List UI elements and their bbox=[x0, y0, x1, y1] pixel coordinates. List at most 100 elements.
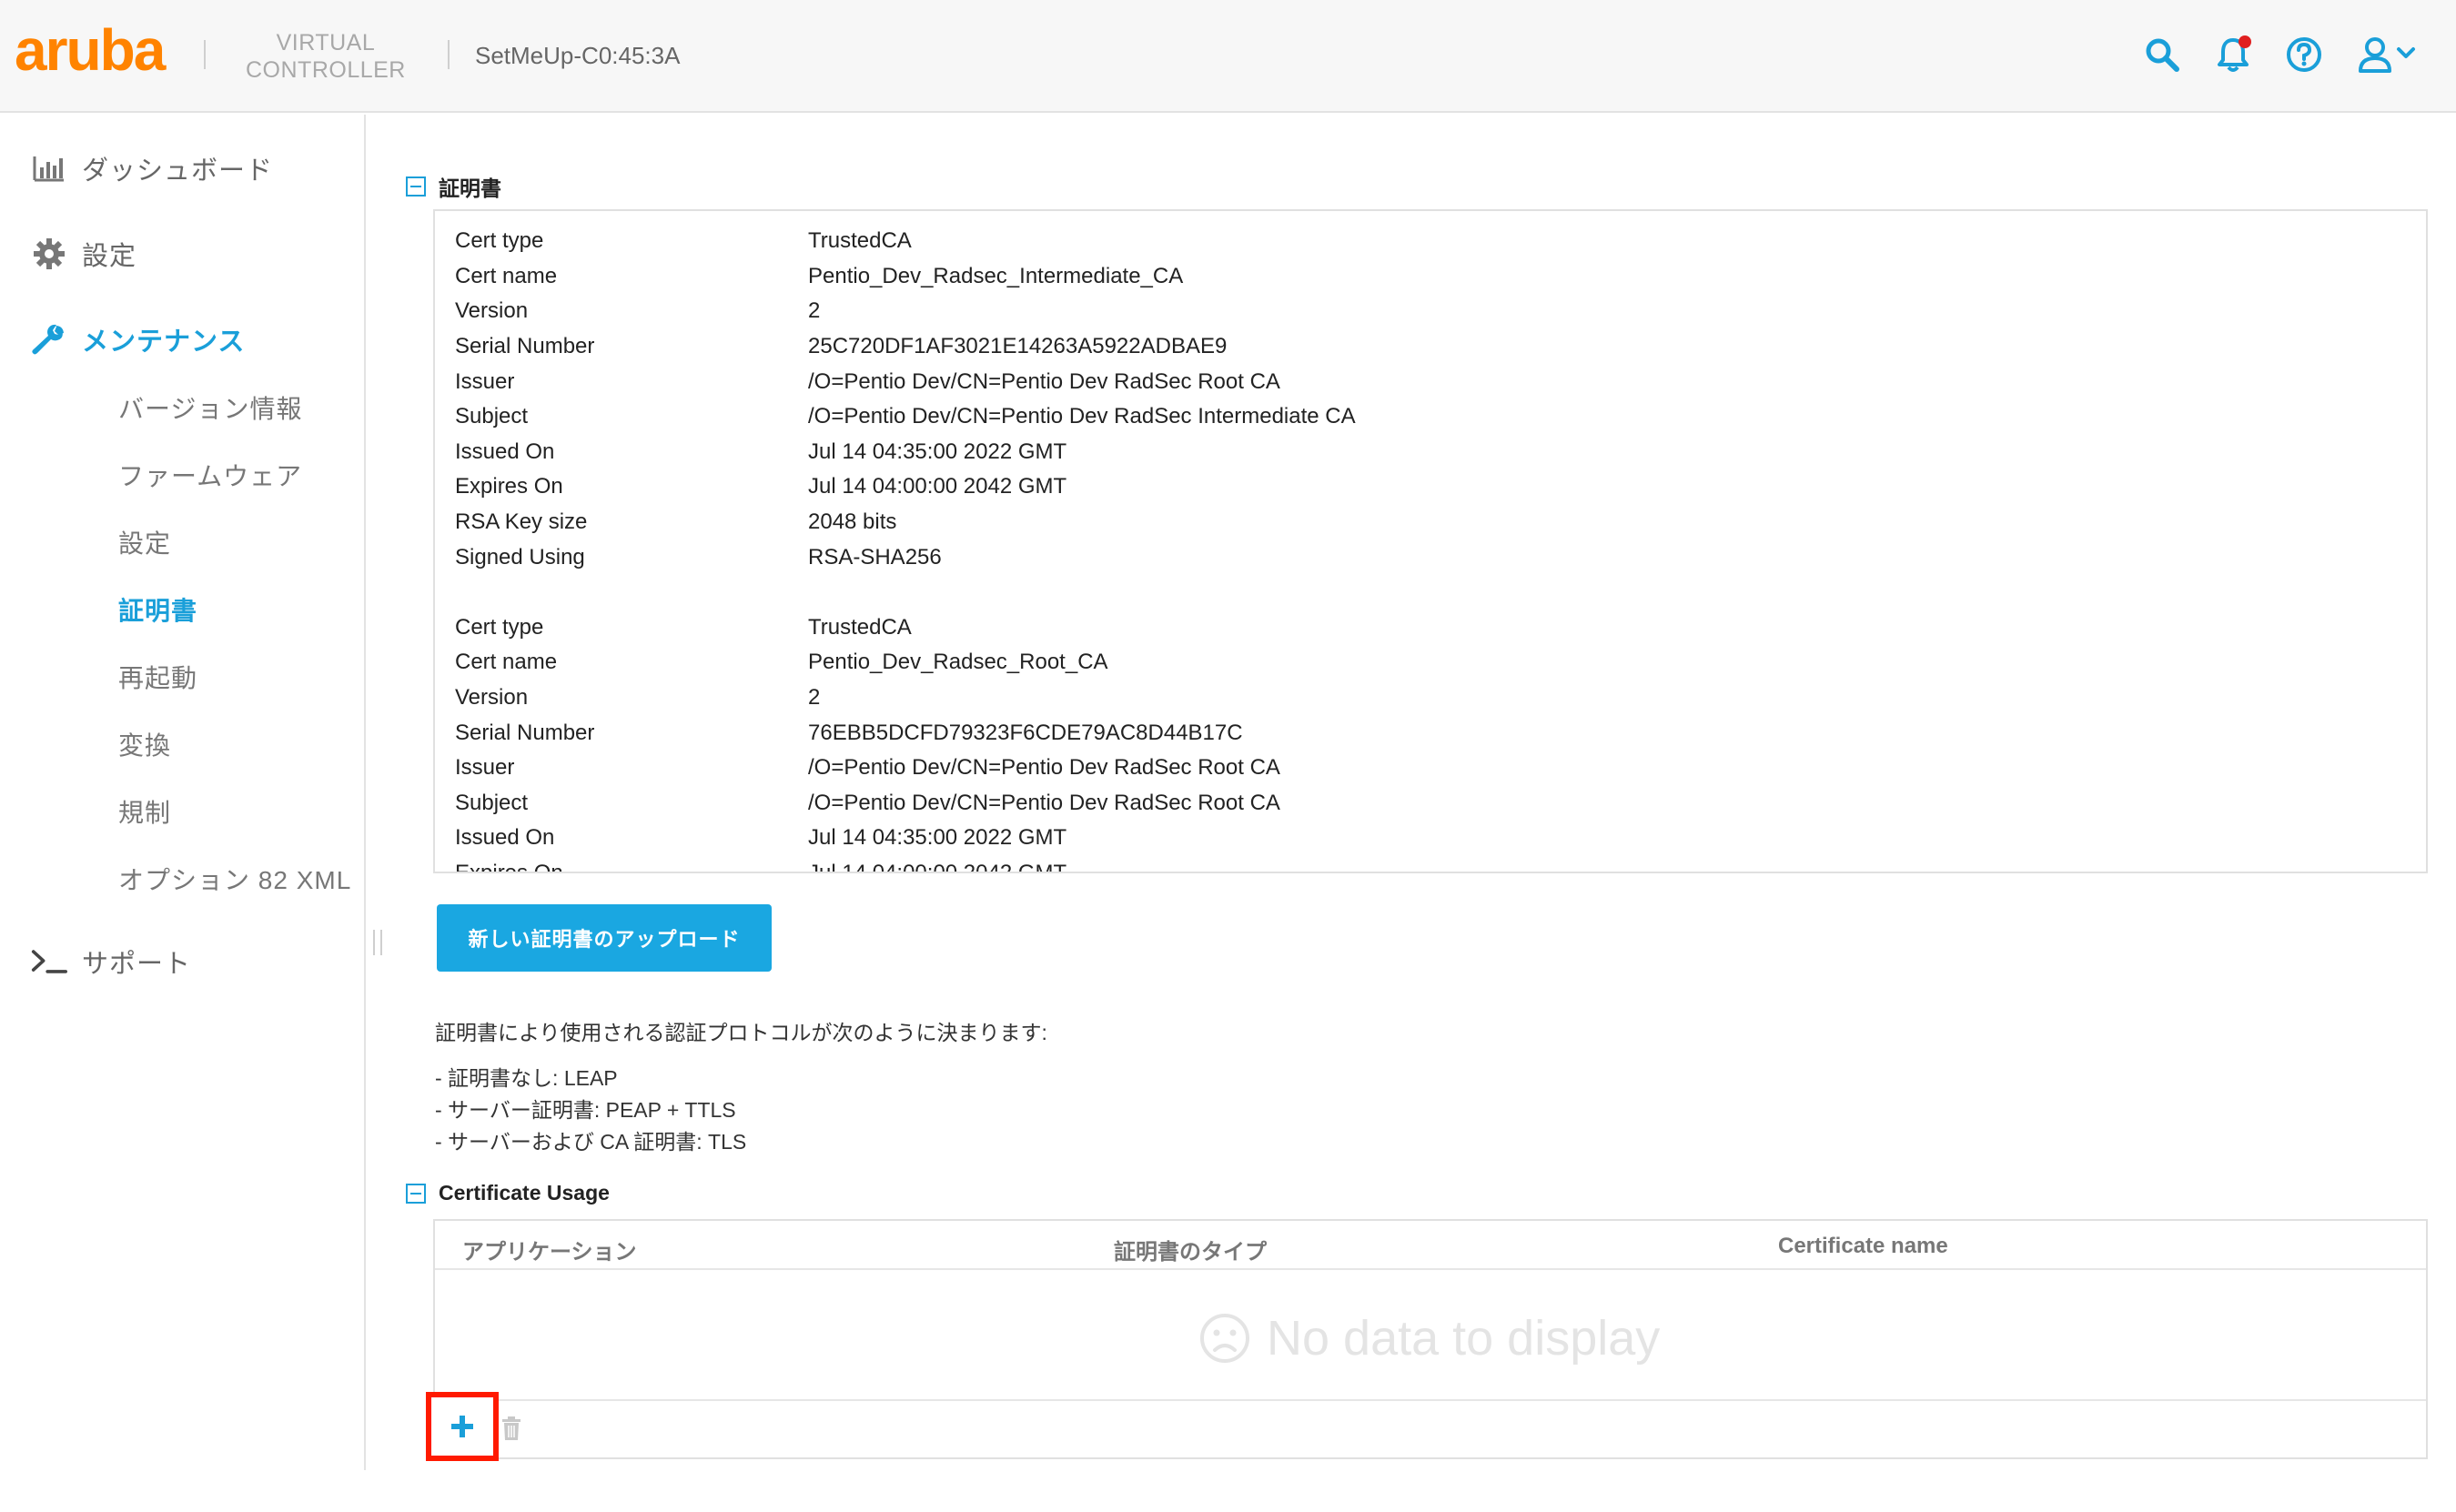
collapse-icon[interactable] bbox=[406, 176, 426, 197]
search-icon[interactable] bbox=[2140, 33, 2184, 76]
cert-field-value: 2048 bits bbox=[808, 509, 897, 535]
column-header-cert-name[interactable]: Certificate name bbox=[1778, 1234, 1948, 1259]
cert-field-value: RSA-SHA256 bbox=[808, 544, 942, 570]
plus-icon bbox=[451, 1416, 473, 1437]
table-footer bbox=[435, 1399, 2426, 1459]
cert-detail-row: Expires On Jul 14 04:00:00 2042 GMT bbox=[455, 469, 1356, 505]
sidebar: ダッシュボード 設定 メンテナンス バージョン情報 ファームウェア 設定 証明書… bbox=[0, 115, 366, 1470]
wrench-icon bbox=[31, 321, 67, 358]
cert-field-label: Serial Number bbox=[455, 720, 595, 745]
cert-detail-row: Issued On Jul 14 04:35:00 2022 GMT bbox=[455, 435, 1356, 470]
cert-detail-row: Subject/O=Pentio Dev/CN=Pentio Dev RadSe… bbox=[455, 786, 1356, 822]
cert-field-label: Issued On bbox=[455, 438, 555, 464]
cert-detail-row: Issuer/O=Pentio Dev/CN=Pentio Dev RadSec… bbox=[455, 751, 1356, 786]
cert-field-label: Cert type bbox=[455, 228, 544, 254]
cert-detail-row: Issuer/O=Pentio Dev/CN=Pentio Dev RadSec… bbox=[455, 364, 1356, 399]
cert-detail-row: Serial Number 76EBB5DCFD79323F6CDE79AC8D4… bbox=[455, 715, 1356, 751]
certificates-section-header[interactable]: 証明書 bbox=[406, 171, 501, 202]
sidebar-sub-reboot[interactable]: 再起動 bbox=[118, 659, 197, 695]
cert-detail-row: Issued On Jul 14 04:35:00 2022 GMT bbox=[455, 821, 1356, 856]
sidebar-item-dashboard[interactable]: ダッシュボード bbox=[0, 136, 364, 200]
cert-field-label: Signed Using bbox=[455, 544, 585, 570]
cert-field-value: 2 bbox=[808, 298, 821, 324]
cert-detail-row: Cert name Pentio_Dev_Radsec_Root_CA bbox=[455, 645, 1356, 680]
table-header: アプリケーション 証明書のタイプ Certificate name bbox=[435, 1221, 2426, 1270]
cert-field-label: RSA Key size bbox=[455, 509, 588, 535]
device-name: SetMeUp-C0:45:3A bbox=[475, 42, 681, 69]
column-header-application[interactable]: アプリケーション bbox=[462, 1234, 637, 1265]
header-separator bbox=[204, 40, 206, 69]
upload-certificate-button[interactable]: 新しい証明書のアップロード bbox=[437, 904, 772, 972]
top-header: aruba VIRTUAL CONTROLLER SetMeUp-C0:45:3… bbox=[0, 0, 2456, 113]
cert-field-label: Issuer bbox=[455, 755, 515, 781]
certificate-usage-table: アプリケーション 証明書のタイプ Certificate name No dat… bbox=[433, 1219, 2428, 1459]
cert-field-label: Serial Number bbox=[455, 334, 595, 359]
cert-detail-row: Signed Using RSA-SHA256 bbox=[455, 539, 1356, 575]
header-separator bbox=[448, 40, 450, 69]
cert-field-label: Cert name bbox=[455, 650, 558, 675]
bell-icon[interactable] bbox=[2211, 33, 2255, 76]
cert-field-value: /O=Pentio Dev/CN=Pentio Dev RadSec Root … bbox=[808, 755, 1280, 781]
certificate-details: Cert type TrustedCA Cert name Pentio_Dev_Ra… bbox=[455, 224, 1356, 873]
protocol-info-heading: 証明書により使用される認証プロトコルが次のように決まります: bbox=[435, 1021, 1047, 1044]
column-header-cert-type[interactable]: 証明書のタイプ bbox=[1114, 1234, 1267, 1265]
cert-detail-row: Expires On Jul 14 04:00:00 2042 GMT bbox=[455, 856, 1356, 873]
add-button[interactable] bbox=[426, 1392, 499, 1461]
cert-field-value: Jul 14 04:35:00 2022 GMT bbox=[808, 438, 1067, 464]
collapse-icon[interactable] bbox=[406, 1183, 426, 1204]
terminal-icon bbox=[31, 943, 67, 980]
cert-field-value: Jul 14 04:00:00 2042 GMT bbox=[808, 860, 1067, 873]
cert-field-label: Issued On bbox=[455, 825, 555, 851]
sidebar-sub-regulatory[interactable]: 規制 bbox=[118, 793, 171, 830]
aruba-logo[interactable]: aruba bbox=[15, 16, 166, 84]
cert-detail-row: Cert name Pentio_Dev_Radsec_Intermediate_… bbox=[455, 259, 1356, 295]
sad-face-icon bbox=[1200, 1314, 1249, 1363]
cert-field-label: Expires On bbox=[455, 860, 563, 873]
certificate-usage-section-header[interactable]: Certificate Usage bbox=[406, 1181, 610, 1205]
cert-detail-row: Subject/O=Pentio Dev/CN=Pentio Dev RadSe… bbox=[455, 399, 1356, 435]
sidebar-item-maintenance[interactable]: メンテナンス bbox=[0, 307, 364, 371]
cert-field-value: Pentio_Dev_Radsec_Intermediate_CA bbox=[808, 263, 1184, 288]
cert-detail-row: Serial Number 25C720DF1AF3021E14263A5922A… bbox=[455, 329, 1356, 365]
user-icon[interactable] bbox=[2357, 33, 2421, 76]
sidebar-sub-firmware[interactable]: ファームウェア bbox=[118, 457, 302, 493]
cert-field-value: Pentio_Dev_Radsec_Root_CA bbox=[808, 650, 1108, 675]
sidebar-item-settings[interactable]: 設定 bbox=[0, 222, 364, 286]
sidebar-sub-certificates[interactable]: 証明書 bbox=[118, 591, 197, 628]
help-icon[interactable] bbox=[2282, 33, 2326, 76]
cert-detail-row: Version 2 bbox=[455, 680, 1356, 716]
sidebar-sub-version[interactable]: バージョン情報 bbox=[118, 389, 302, 426]
cert-field-label: Issuer bbox=[455, 368, 515, 394]
protocol-info-line: - サーバーおよび CA 証明書: TLS bbox=[435, 1130, 747, 1154]
cert-field-label: Cert type bbox=[455, 614, 544, 640]
cert-detail-row: RSA Key size 2048 bits bbox=[455, 505, 1356, 540]
sidebar-sub-config[interactable]: 設定 bbox=[118, 524, 171, 560]
cert-field-value: TrustedCA bbox=[808, 614, 912, 640]
certificate-details-panel[interactable]: Cert type TrustedCA Cert name Pentio_Dev_Ra… bbox=[433, 209, 2428, 873]
cert-field-label: Cert name bbox=[455, 263, 558, 288]
trash-icon[interactable] bbox=[500, 1416, 522, 1441]
sidebar-item-support[interactable]: サポート bbox=[0, 930, 364, 993]
gear-icon bbox=[31, 236, 67, 272]
cert-field-label: Version bbox=[455, 298, 529, 324]
cert-field-value: /O=Pentio Dev/CN=Pentio Dev RadSec Inter… bbox=[808, 404, 1356, 429]
sidebar-sub-convert[interactable]: 変換 bbox=[118, 726, 171, 762]
cert-field-value: 25C720DF1AF3021E14263A5922ADBAE9 bbox=[808, 334, 1228, 359]
sidebar-resize-handle[interactable] bbox=[373, 930, 382, 955]
cert-detail-row: Version 2 bbox=[455, 294, 1356, 329]
bar-chart-icon bbox=[31, 150, 67, 186]
cert-field-value: Jul 14 04:00:00 2042 GMT bbox=[808, 474, 1067, 499]
cert-field-value: /O=Pentio Dev/CN=Pentio Dev RadSec Root … bbox=[808, 790, 1280, 815]
cert-field-value: 76EBB5DCFD79323F6CDE79AC8D44B17C bbox=[808, 720, 1243, 745]
cert-field-value: TrustedCA bbox=[808, 228, 912, 254]
cert-field-label: Subject bbox=[455, 404, 529, 429]
cert-field-value: /O=Pentio Dev/CN=Pentio Dev RadSec Root … bbox=[808, 368, 1280, 394]
protocol-info-line: - サーバー証明書: PEAP + TTLS bbox=[435, 1098, 736, 1122]
cert-field-value: 2 bbox=[808, 685, 821, 711]
protocol-info-line: - 証明書なし: LEAP bbox=[435, 1066, 618, 1090]
sidebar-sub-option82[interactable]: オプション 82 XML bbox=[118, 861, 351, 897]
cert-detail-row: Cert type TrustedCA bbox=[455, 224, 1356, 259]
cert-field-value: Jul 14 04:35:00 2022 GMT bbox=[808, 825, 1067, 851]
product-label: VIRTUAL CONTROLLER bbox=[246, 30, 406, 83]
cert-field-label: Expires On bbox=[455, 474, 563, 499]
